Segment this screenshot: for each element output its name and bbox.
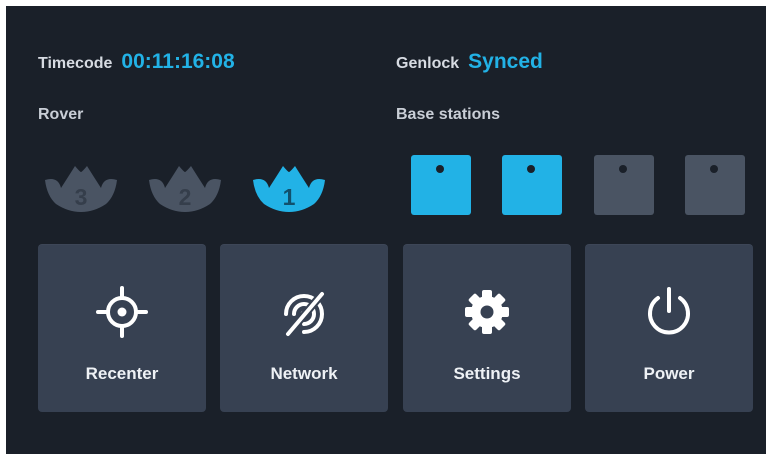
rover-2[interactable]: 2: [146, 166, 224, 212]
network-button[interactable]: Network: [220, 244, 388, 412]
rover-section-label: Rover: [38, 106, 84, 123]
base-station-led: [619, 165, 627, 173]
power-label: Power: [643, 364, 695, 383]
base-station-1[interactable]: [411, 155, 471, 215]
recenter-button[interactable]: Recenter: [38, 244, 206, 412]
settings-button[interactable]: Settings: [403, 244, 571, 412]
base-station-led: [436, 165, 444, 173]
timecode-status: Timecode 00:11:16:08: [38, 50, 235, 74]
genlock-status: Genlock Synced: [396, 50, 543, 74]
timecode-label: Timecode: [38, 55, 113, 72]
network-off-icon: [284, 291, 326, 337]
base-station-4[interactable]: [685, 155, 745, 215]
genlock-label: Genlock: [396, 55, 460, 72]
base-station-led: [527, 165, 535, 173]
recenter-label: Recenter: [85, 364, 159, 383]
base-station-led: [710, 165, 718, 173]
rover-3[interactable]: 3: [42, 166, 120, 212]
power-button[interactable]: Power: [585, 244, 753, 412]
genlock-value: Synced: [468, 50, 543, 73]
settings-label: Settings: [453, 364, 521, 383]
power-icon: [648, 287, 690, 335]
rover-number: 1: [282, 184, 296, 210]
rover-1[interactable]: 1: [250, 166, 328, 212]
network-label: Network: [270, 364, 338, 383]
crosshair-icon: [96, 286, 148, 338]
timecode-value: 00:11:16:08: [121, 50, 235, 73]
rover-number: 3: [74, 184, 88, 210]
rover-number: 2: [178, 184, 192, 210]
base-stations-section-label: Base stations: [396, 106, 501, 123]
base-station-2[interactable]: [502, 155, 562, 215]
gear-icon: [465, 290, 509, 334]
headset-control-panel: Timecode 00:11:16:08 Genlock Synced Rove…: [6, 6, 766, 454]
base-station-3[interactable]: [594, 155, 654, 215]
